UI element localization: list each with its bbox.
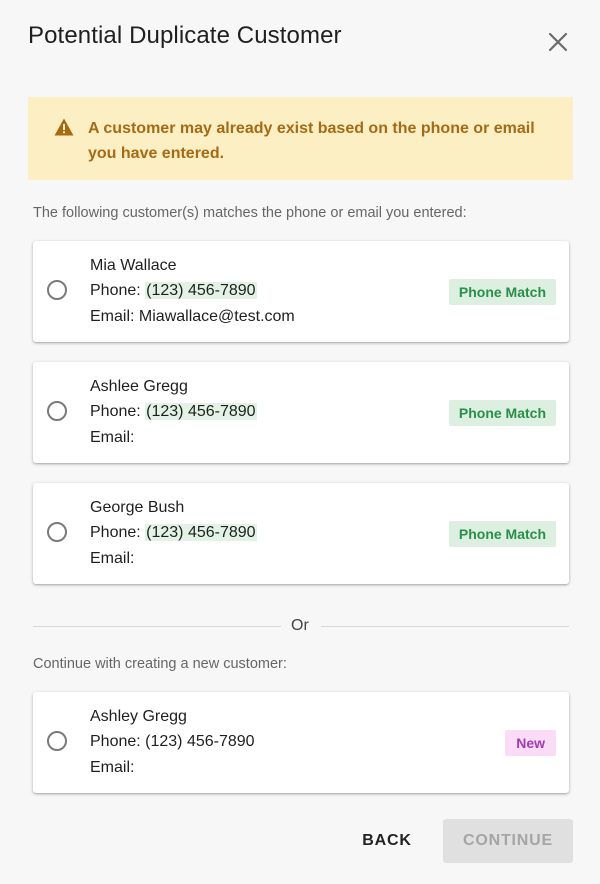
customer-email: Email: (90, 429, 134, 447)
radio-unchecked-icon[interactable] (47, 401, 67, 421)
phone-label: Phone: (90, 403, 146, 420)
customer-name: Mia Wallace (90, 257, 177, 274)
email-label: Email: (90, 429, 135, 446)
new-customer-intro: Continue with creating a new customer: (33, 656, 287, 672)
alert-message: A customer may already exist based on th… (88, 120, 535, 162)
new-customer-card[interactable]: Ashley Gregg Phone: (123) 456-7890 Email… (33, 692, 569, 793)
customer-email: Email: (90, 759, 134, 777)
duplicate-customer-dialog: Potential Duplicate Customer A customer … (0, 0, 600, 884)
email-label: Email: (90, 759, 135, 776)
phone-value: (123) 456-7890 (145, 733, 255, 750)
match-badge: Phone Match (448, 400, 556, 426)
close-icon (548, 32, 568, 52)
phone-label: Phone: (90, 524, 146, 541)
back-button[interactable]: BACK (350, 820, 424, 862)
or-divider: Or (33, 617, 569, 637)
email-label: Email: (90, 308, 139, 325)
close-button[interactable] (544, 28, 572, 56)
new-badge: New (505, 730, 556, 756)
phone-label: Phone: (90, 282, 146, 299)
customer-phone: Phone: (123) 456-7890 (90, 524, 257, 542)
email-label: Email: (90, 550, 135, 567)
divider-line-right (321, 626, 569, 627)
dialog-title: Potential Duplicate Customer (28, 22, 342, 49)
matches-intro: The following customer(s) matches the ph… (33, 205, 467, 221)
customer-phone: Phone: (123) 456-7890 (90, 282, 257, 300)
customer-name: Ashlee Gregg (90, 378, 188, 395)
customer-match-card[interactable]: Ashlee Gregg Phone: (123) 456-7890 Email… (33, 362, 569, 463)
radio-unchecked-icon[interactable] (47, 731, 67, 751)
warning-icon (54, 118, 74, 136)
phone-label: Phone: (90, 733, 146, 750)
customer-match-card[interactable]: Mia Wallace Phone: (123) 456-7890 Email:… (33, 241, 569, 342)
email-value: Miawallace@test.com (138, 308, 295, 325)
match-badge: Phone Match (448, 279, 556, 305)
or-text: Or (291, 617, 309, 634)
customer-match-card[interactable]: George Bush Phone: (123) 456-7890 Email:… (33, 483, 569, 584)
radio-unchecked-icon[interactable] (47, 522, 67, 542)
phone-value: (123) 456-7890 (145, 282, 257, 299)
customer-email: Email: Miawallace@test.com (90, 308, 295, 326)
customer-phone: Phone: (123) 456-7890 (90, 733, 255, 751)
phone-value: (123) 456-7890 (145, 403, 257, 420)
customer-name: Ashley Gregg (90, 708, 187, 725)
customer-phone: Phone: (123) 456-7890 (90, 403, 257, 421)
warning-alert: A customer may already exist based on th… (28, 97, 573, 180)
phone-value: (123) 456-7890 (145, 524, 257, 541)
match-badge: Phone Match (448, 521, 556, 547)
radio-unchecked-icon[interactable] (47, 280, 67, 300)
continue-button[interactable]: CONTINUE (443, 819, 573, 863)
customer-name: George Bush (90, 499, 185, 516)
customer-email: Email: (90, 550, 134, 568)
divider-line-left (33, 626, 281, 627)
